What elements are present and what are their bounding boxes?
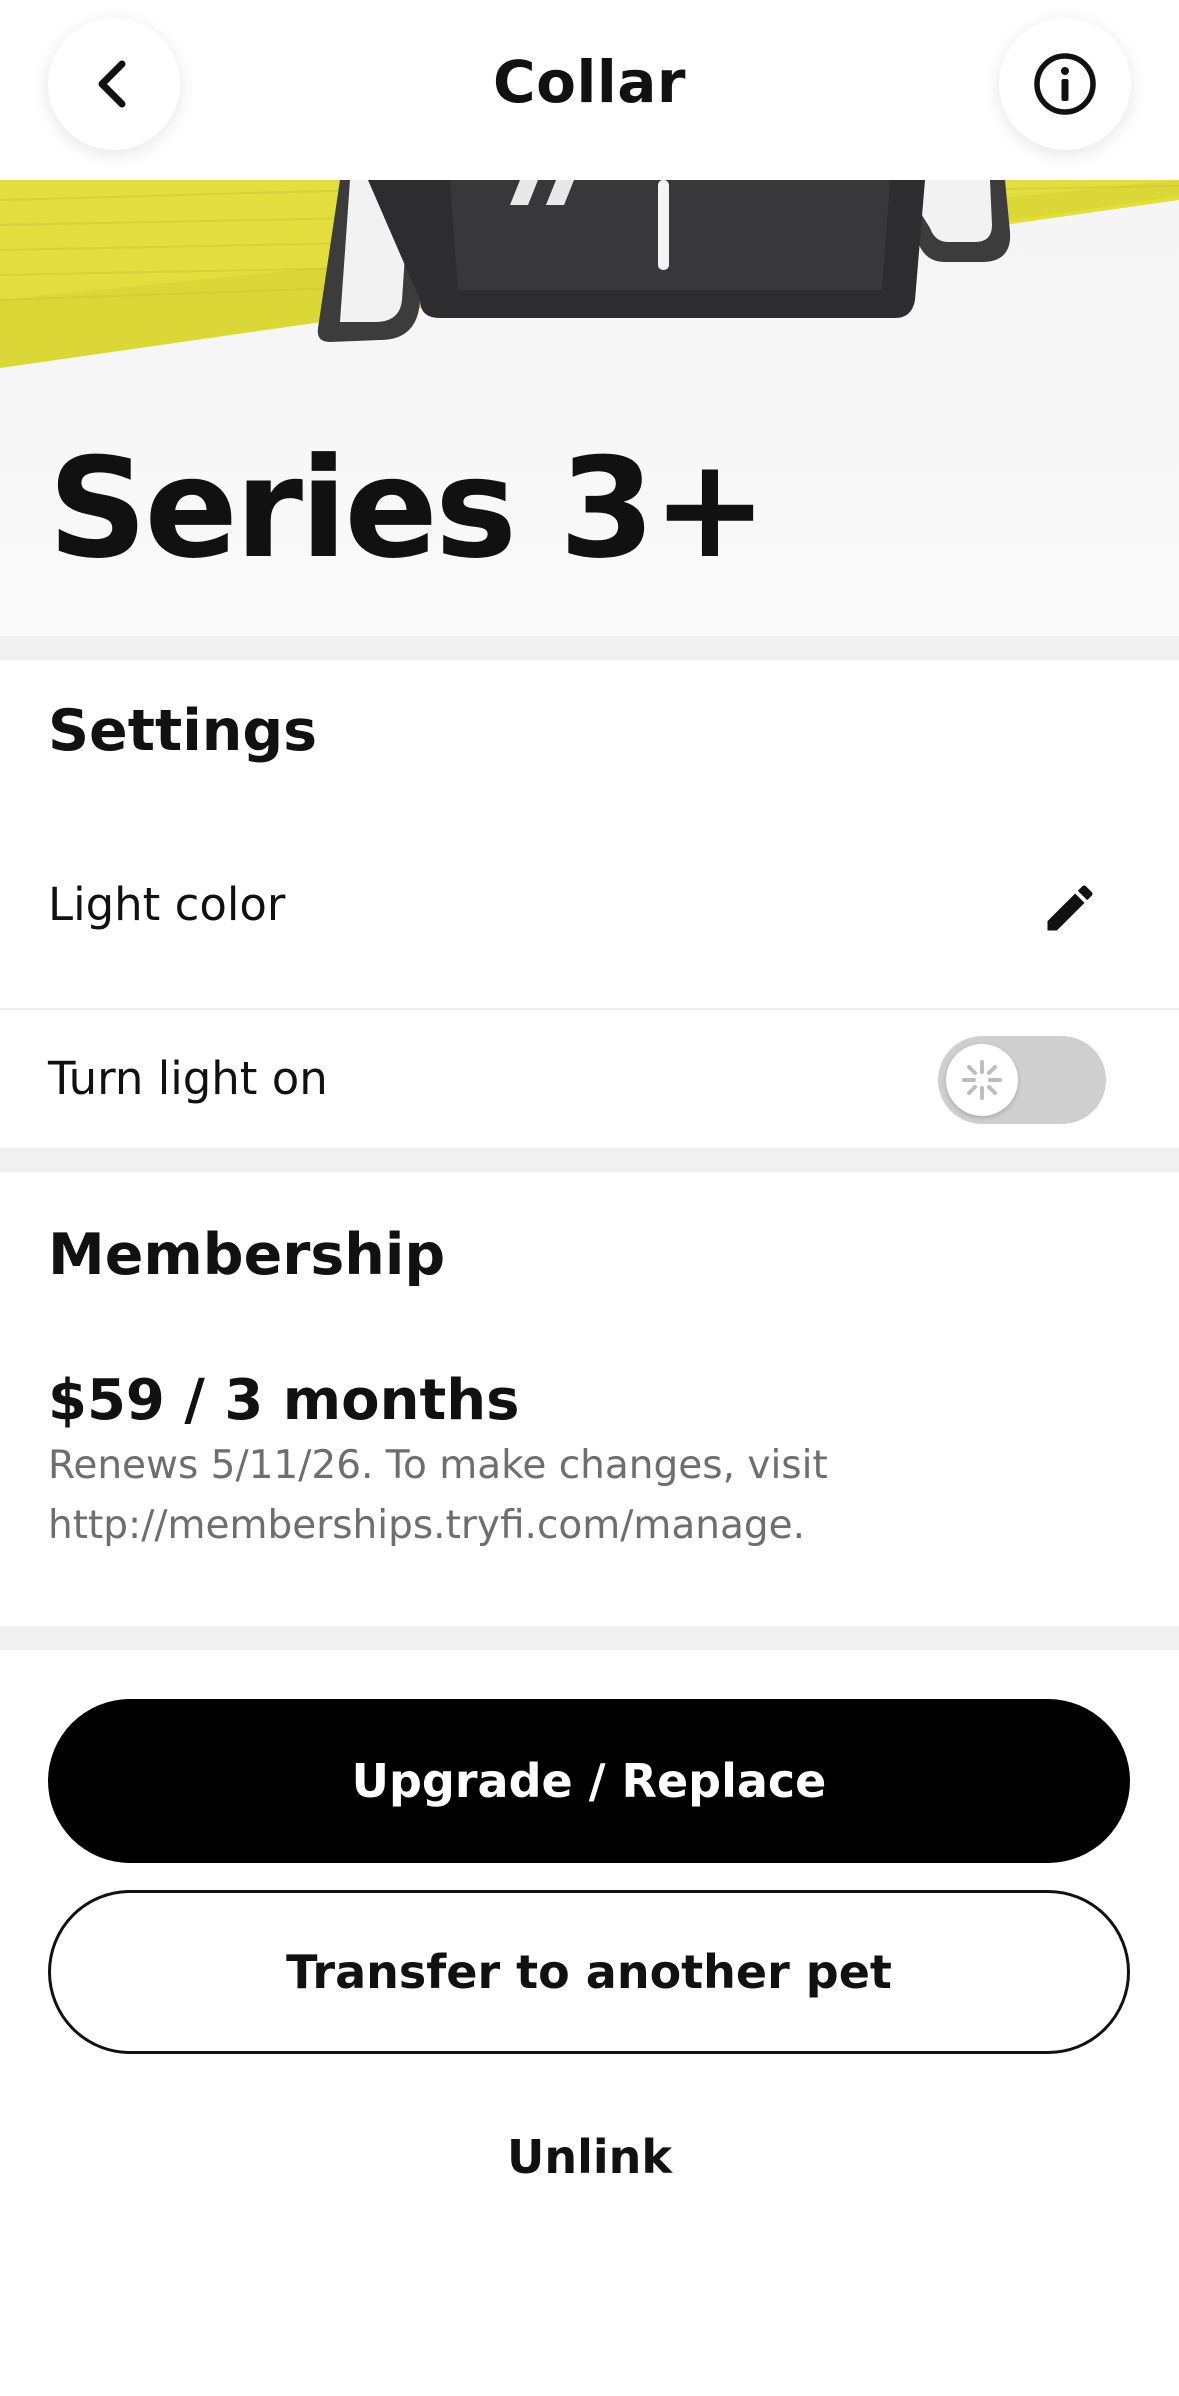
- transfer-pet-label: Transfer to another pet: [286, 1945, 892, 1999]
- product-name: Series 3+: [48, 428, 768, 589]
- turn-light-on-toggle[interactable]: [938, 1036, 1106, 1124]
- unlink-button[interactable]: Unlink: [0, 2130, 1179, 2184]
- membership-renewal-note: Renews 5/11/26. To make changes, visit h…: [48, 1443, 828, 1548]
- turn-light-on-label: Turn light on: [48, 1052, 328, 1105]
- info-button[interactable]: [999, 18, 1131, 150]
- section-separator: [0, 1626, 1179, 1650]
- row-divider: [0, 1008, 1179, 1010]
- section-separator: [0, 1148, 1179, 1172]
- sparkle-icon: [962, 1060, 1002, 1100]
- transfer-pet-button[interactable]: Transfer to another pet: [48, 1890, 1130, 2054]
- toggle-knob: [946, 1044, 1018, 1116]
- info-icon: [1034, 53, 1096, 115]
- upgrade-replace-label: Upgrade / Replace: [351, 1754, 827, 1808]
- membership-price: $59 / 3 months: [48, 1368, 520, 1433]
- pencil-icon[interactable]: [1040, 878, 1100, 938]
- top-bar: Collar: [0, 0, 1179, 180]
- upgrade-replace-button[interactable]: Upgrade / Replace: [48, 1699, 1130, 1863]
- settings-title: Settings: [48, 698, 318, 764]
- membership-title: Membership: [48, 1222, 446, 1288]
- light-color-label: Light color: [48, 878, 286, 931]
- section-separator: [0, 636, 1179, 660]
